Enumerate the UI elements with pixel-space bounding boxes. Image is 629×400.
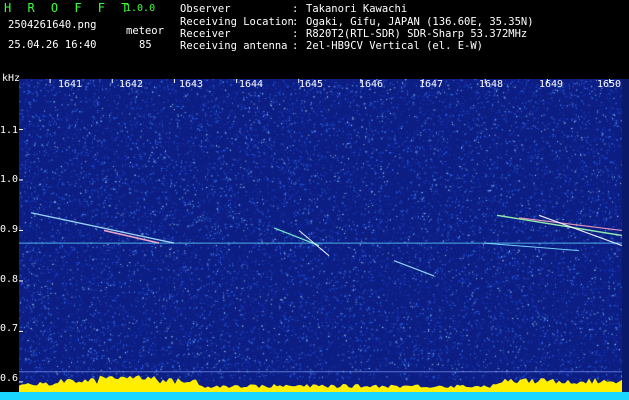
meteor-trail: [496, 214, 622, 237]
info-separator: :: [292, 16, 299, 28]
x-tick-label: 1649: [539, 79, 564, 90]
spectrogram-overlay: [19, 79, 622, 392]
y-tick-label: 0.8: [0, 274, 19, 285]
info-key-receiver: Receiver: [180, 28, 231, 40]
info-key-observer: Observer: [180, 3, 231, 15]
x-tick-label: 1645: [299, 79, 324, 90]
x-tick-label: 1650: [597, 79, 622, 90]
y-tick-label: 0.9: [0, 224, 19, 235]
right-edge-strip: [622, 79, 629, 392]
meteor-trail: [103, 229, 160, 244]
meteor-count: 85: [139, 39, 152, 51]
x-tick-label: 1646: [359, 79, 384, 90]
meteor-trail: [538, 214, 622, 247]
datetime-label: 25.04.26 16:40: [8, 39, 97, 51]
info-separator: :: [292, 28, 299, 40]
y-tick-label: 1.1: [0, 125, 19, 136]
meteor-label: meteor: [126, 25, 164, 37]
baseline-bar: [0, 392, 629, 400]
x-tick-label: 1641: [58, 79, 83, 90]
y-tick-label: 0.6: [0, 373, 19, 384]
info-value-antenna: 2el-HB9CV Vertical (el. E-W): [306, 40, 484, 52]
meteor-trail: [483, 242, 580, 252]
x-tick-label: 1648: [479, 79, 504, 90]
meteor-trail: [518, 217, 622, 232]
x-tick-label: 1642: [119, 79, 144, 90]
spectrogram-plot: [19, 79, 622, 392]
meteor-trail: [30, 212, 175, 244]
meteor-trail: [393, 260, 435, 277]
y-axis-unit-label: kHz: [2, 73, 21, 84]
info-separator: :: [292, 40, 299, 52]
info-value-receiver: R820T2(RTL-SDR) SDR-Sharp 53.372MHz: [306, 28, 528, 40]
info-value-observer: Takanori Kawachi: [306, 3, 408, 15]
x-tick-label: 1643: [179, 79, 204, 90]
filename-label: 2504261640.png: [8, 19, 97, 31]
info-separator: :: [292, 3, 299, 15]
info-key-antenna: Receiving antenna: [180, 40, 288, 52]
x-tick-label: 1644: [239, 79, 264, 90]
app-title: H R O F F T: [4, 1, 133, 15]
version-label: 1.0.0: [125, 3, 156, 14]
info-key-location: Receiving Location: [180, 16, 294, 28]
x-tick-label: 1647: [419, 79, 444, 90]
info-value-location: Ogaki, Gifu, JAPAN (136.60E, 35.35N): [306, 16, 534, 28]
y-tick-label: 1.0: [0, 174, 19, 185]
y-tick-label: 0.7: [0, 323, 19, 334]
signal-level-band: [19, 375, 622, 392]
